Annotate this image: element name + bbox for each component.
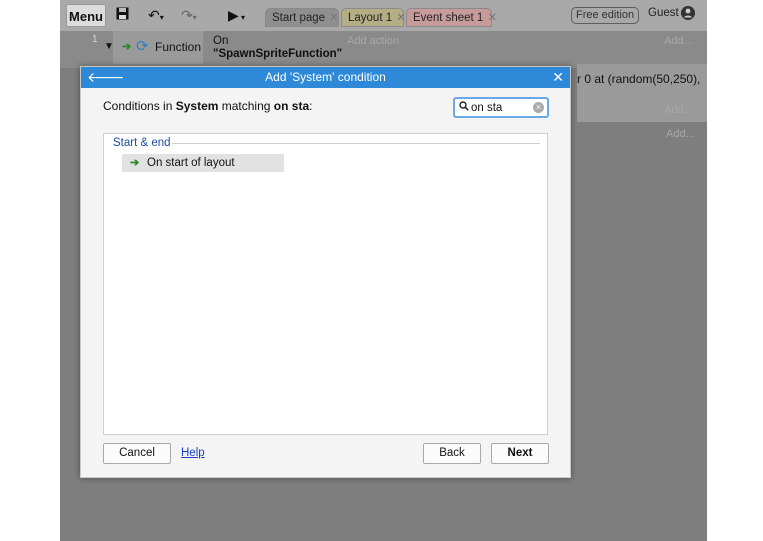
search-box[interactable]: × bbox=[453, 97, 549, 118]
user-icon[interactable] bbox=[681, 6, 695, 20]
add-action-link[interactable]: Add action bbox=[347, 35, 399, 47]
search-icon bbox=[459, 101, 469, 114]
arrow-icon: ➔ bbox=[130, 157, 140, 169]
add-link[interactable]: Add... bbox=[664, 35, 693, 47]
search-input[interactable] bbox=[471, 102, 531, 114]
arrow-icon: ➔ bbox=[122, 41, 132, 53]
condition-list[interactable]: Start & end ➔ On start of layout bbox=[103, 133, 548, 435]
help-link[interactable]: Help bbox=[181, 447, 205, 459]
tab-label: Layout 1 bbox=[348, 12, 393, 24]
add-link[interactable]: Add... bbox=[664, 104, 693, 116]
menu-button[interactable]: Menu bbox=[66, 4, 106, 27]
next-button[interactable]: Next bbox=[491, 443, 549, 464]
tab-label: Start page bbox=[272, 12, 326, 24]
undo-icon[interactable]: ↶▾ bbox=[148, 5, 164, 25]
toolbar: Menu ↶▾ ↷▾ ▶ ▾ Start page ✕ Layout 1 ✕ Eve… bbox=[60, 0, 707, 31]
prompt-prefix: Conditions in bbox=[103, 99, 176, 113]
dialog-title: Add 'System' condition bbox=[265, 70, 386, 84]
close-icon[interactable]: ✕ bbox=[396, 12, 406, 24]
collapse-icon[interactable]: ▼ bbox=[104, 41, 114, 52]
group-divider bbox=[172, 143, 540, 144]
clear-icon[interactable]: × bbox=[533, 102, 544, 113]
function-name: "SpawnSpriteFunction" bbox=[213, 48, 343, 60]
line-number: 1 bbox=[92, 34, 98, 45]
edition-badge[interactable]: Free edition bbox=[571, 7, 640, 24]
prompt-middle: matching bbox=[218, 99, 274, 113]
tab-layout-1[interactable]: Layout 1 ✕ bbox=[341, 8, 406, 27]
list-item-on-start-of-layout[interactable]: ➔ On start of layout bbox=[122, 154, 284, 172]
on-label: On bbox=[213, 35, 229, 47]
condition-text[interactable]: On "SpawnSpriteFunction" bbox=[213, 35, 342, 61]
dialog-prompt: Conditions in System matching on sta: bbox=[103, 99, 312, 113]
function-icon: ⟳ bbox=[136, 38, 149, 55]
cancel-button[interactable]: Cancel bbox=[103, 443, 171, 464]
dialog-title-bar: Add 'System' condition bbox=[81, 67, 570, 88]
action-text[interactable]: r 0 at (random(50,250), bbox=[577, 72, 700, 86]
prompt-query: on sta bbox=[273, 99, 310, 113]
close-icon[interactable]: ✕ bbox=[487, 12, 497, 24]
prompt-suffix: : bbox=[309, 99, 313, 113]
tab-start-page[interactable]: Start page ✕ bbox=[265, 8, 339, 27]
save-icon[interactable] bbox=[116, 5, 129, 25]
group-title: Start & end bbox=[113, 137, 171, 149]
add-condition-dialog: Add 'System' condition 🡐 ✕ Conditions in… bbox=[80, 66, 571, 478]
back-arrow-icon[interactable]: 🡐 bbox=[87, 67, 125, 87]
close-icon[interactable]: ✕ bbox=[552, 67, 564, 88]
redo-icon[interactable]: ↷▾ bbox=[181, 5, 197, 25]
prompt-object: System bbox=[175, 99, 219, 113]
list-item-label: On start of layout bbox=[147, 157, 235, 169]
back-button[interactable]: Back bbox=[423, 443, 481, 464]
function-object-label[interactable]: Function bbox=[155, 40, 201, 54]
close-icon[interactable]: ✕ bbox=[329, 12, 339, 24]
play-icon[interactable]: ▶ ▾ bbox=[228, 5, 245, 25]
tab-label: Event sheet 1 bbox=[413, 12, 484, 24]
user-name[interactable]: Guest bbox=[648, 7, 679, 19]
add-link[interactable]: Add... bbox=[666, 128, 695, 140]
tab-event-sheet-1[interactable]: Event sheet 1 ✕ bbox=[406, 8, 497, 27]
